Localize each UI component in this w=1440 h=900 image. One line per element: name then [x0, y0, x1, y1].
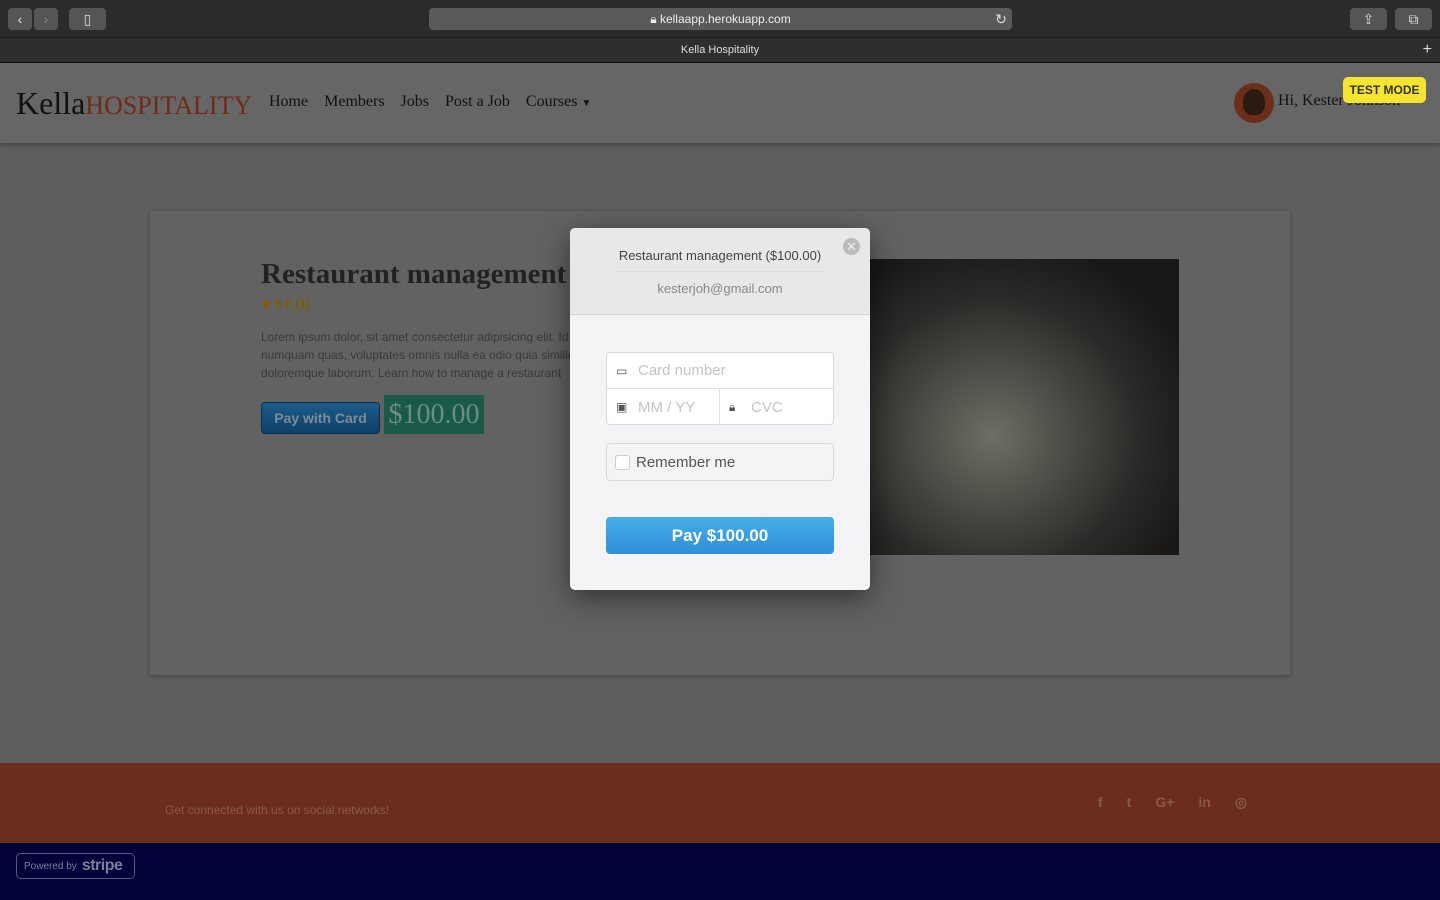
- lock-icon: 🔒︎: [729, 399, 736, 414]
- remember-me-checkbox[interactable]: [615, 454, 630, 470]
- linkedin-icon[interactable]: in: [1198, 794, 1210, 811]
- course-price: $100.00: [384, 395, 484, 434]
- pay-with-card-button[interactable]: Pay with Card: [261, 402, 380, 434]
- social-links: f t G+ in ◎: [1098, 794, 1247, 811]
- powered-by-stripe-badge[interactable]: Powered by stripe: [16, 853, 135, 879]
- forward-button[interactable]: ›: [34, 8, 58, 30]
- browser-toolbar: ‹ › ▯ 🔒︎ kellaapp.herokuapp.com ↻ ⇪ ⧉: [0, 0, 1440, 38]
- active-tab[interactable]: Kella Hospitality: [681, 44, 759, 56]
- course-rating: ★ 5.0 (1): [261, 297, 310, 311]
- tabs-button[interactable]: ⧉: [1395, 8, 1432, 30]
- card-number-input[interactable]: ▭ Card number: [607, 353, 833, 389]
- reload-icon[interactable]: ↻: [993, 8, 1009, 30]
- checkout-email: kesterjoh@gmail.com: [657, 281, 783, 296]
- test-mode-badge: TEST MODE: [1343, 77, 1426, 103]
- star-icon: ★: [261, 297, 272, 311]
- nav-post-job[interactable]: Post a Job: [445, 93, 510, 111]
- address-bar[interactable]: 🔒︎ kellaapp.herokuapp.com: [429, 8, 1012, 30]
- logo[interactable]: KellaHOSPITALITY: [16, 85, 252, 122]
- site-header: KellaHOSPITALITY Home Members Jobs Post …: [0, 63, 1440, 143]
- main-nav: Home Members Jobs Post a Job Courses ▼: [269, 93, 591, 111]
- stripe-footer: Powered by stripe: [0, 843, 1440, 900]
- pay-button[interactable]: Pay $100.00: [606, 517, 834, 554]
- avatar[interactable]: [1234, 83, 1274, 123]
- facebook-icon[interactable]: f: [1098, 794, 1103, 811]
- remember-me-toggle[interactable]: Remember me: [606, 443, 834, 481]
- course-title: Restaurant management: [261, 258, 567, 290]
- google-plus-icon[interactable]: G+: [1155, 794, 1174, 811]
- calendar-icon: ▣: [616, 400, 628, 414]
- nav-members[interactable]: Members: [324, 93, 384, 111]
- footer-text: Get connected with us on social networks…: [165, 803, 390, 817]
- course-description: Lorem ipsum dolor, sit amet consectetur …: [261, 330, 575, 380]
- sidebar-toggle-button[interactable]: ▯: [69, 8, 106, 30]
- credit-card-icon: ▭: [616, 363, 628, 378]
- divider: [615, 271, 825, 272]
- lock-icon: 🔒︎: [650, 11, 660, 26]
- tab-bar: Kella Hospitality +: [0, 38, 1440, 63]
- footer: Get connected with us on social networks…: [0, 763, 1440, 843]
- instagram-icon[interactable]: ◎: [1235, 794, 1247, 811]
- back-button[interactable]: ‹: [8, 8, 32, 30]
- caret-down-icon: ▼: [581, 98, 592, 109]
- nav-courses[interactable]: Courses ▼: [526, 93, 591, 111]
- nav-jobs[interactable]: Jobs: [401, 93, 429, 111]
- course-image: [869, 259, 1179, 555]
- twitter-icon[interactable]: t: [1127, 794, 1132, 811]
- stripe-checkout-modal: Restaurant management ($100.00) kesterjo…: [570, 228, 870, 590]
- nav-home[interactable]: Home: [269, 93, 308, 111]
- card-fields: ▭ Card number ▣ MM / YY 🔒︎ CVC: [606, 352, 834, 425]
- new-tab-button[interactable]: +: [1423, 41, 1432, 59]
- checkout-title: Restaurant management ($100.00): [618, 248, 822, 263]
- cvc-input[interactable]: 🔒︎ CVC: [720, 389, 783, 425]
- close-icon[interactable]: ✕: [843, 238, 860, 255]
- checkout-header: Restaurant management ($100.00) kesterjo…: [570, 228, 870, 315]
- share-button[interactable]: ⇪: [1350, 8, 1387, 30]
- expiry-input[interactable]: ▣ MM / YY: [607, 389, 720, 425]
